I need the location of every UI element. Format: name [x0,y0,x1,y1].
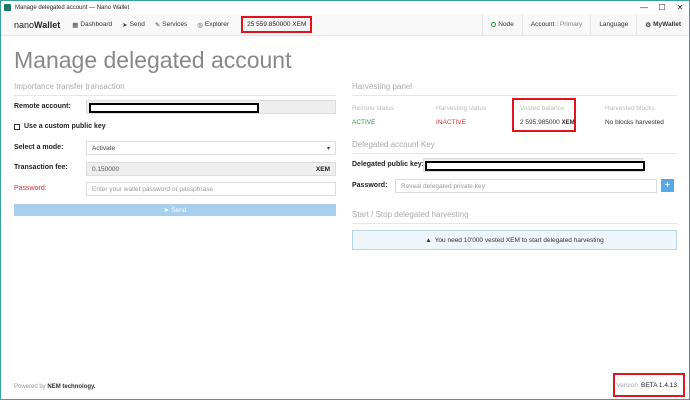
startstop-section-title: Start / Stop delegated harvesting [352,210,469,219]
password-input[interactable]: Enter your wallet password or passphrase [86,182,336,196]
fee-label: Transaction fee: [14,164,68,171]
brand-bold: Wallet [34,19,61,30]
delegated-key-divider [352,153,677,154]
harvested-blocks-heading: Harvested blocks [605,105,655,112]
account-label: Account : [530,21,558,28]
nav-node-label: Node [498,21,514,28]
harvesting-section-title: Harvesting panel [352,82,413,91]
top-navbar: nanoWallet ▦ Dashboard ➤ Send ✎ Services ◎ E… [1,14,689,36]
brand-logo[interactable]: nanoWallet [14,20,60,30]
nav-node[interactable]: Node [482,14,522,35]
send-icon: ➤ [122,21,128,29]
mode-label: Select a mode: [14,144,64,151]
send-button[interactable]: ➤ Send [14,204,336,216]
vested-unit: XEM [561,120,575,126]
delegated-key-section-title: Delegated account Key [352,140,435,149]
window-title: Manage delegated account — Nano Wallet [15,4,130,11]
footer-powered-by: Powered by NEM technology. [14,384,96,390]
fee-field: 0.150000 XEM [86,162,336,176]
redacted-remote-account [89,103,259,113]
vested-requirement-alert: ▲ You need 10'000 vested XEM to start del… [352,230,677,250]
mode-value: Activate [92,144,116,152]
harvesting-status-value: INACTIVE [436,119,466,126]
fee-value: 0.150000 [92,165,120,173]
nav-right: Node Account : Primary Language ⚙ MyWallet [482,14,689,35]
nav-account[interactable]: Account : Primary [521,14,591,35]
maximize-button[interactable]: ☐ [653,1,671,14]
nav-send-label: Send [129,21,145,28]
app-icon [4,4,11,11]
nav-services[interactable]: ✎ Services [155,21,187,29]
wrench-icon: ✎ [154,21,161,29]
remote-status-heading: Remote status [352,105,394,112]
transfer-divider [14,95,336,96]
password-placeholder: Enter your wallet password or passphrase [92,185,214,193]
redacted-public-key [425,161,645,171]
nav-dashboard[interactable]: ▦ Dashboard [72,21,112,29]
reveal-key-placeholder: Reveal delegated private key [401,182,485,190]
powered-brand[interactable]: NEM technology. [47,384,95,390]
mode-select[interactable]: Activate ▾ [86,141,336,155]
harvesting-status-heading: Harvesting status [436,105,487,112]
user-icon: ⚙ [645,21,652,29]
account-value: Primary [559,21,583,28]
node-status-icon [491,22,497,27]
compass-icon: ◎ [197,21,203,29]
minimize-button[interactable]: — [635,1,653,14]
powered-prefix: Powered by [14,384,46,390]
remote-status-value: ACTIVE [352,119,376,126]
harvesting-divider [352,95,677,96]
version-value: BETA 1.4.13 [640,381,677,389]
page-title: Manage delegated account [14,47,292,73]
custom-key-checkbox[interactable] [14,124,20,130]
send-icon: ➤ [163,207,170,214]
vested-balance-value: 2 595.985000 XEM [520,119,575,126]
nav-mywallet[interactable]: ⚙ MyWallet [636,14,689,35]
alert-text: You need 10'000 vested XEM to start dele… [434,236,604,244]
version-label: Version [616,381,638,389]
nav-mywallet-label: MyWallet [653,21,681,28]
startstop-divider [352,223,677,224]
vested-amount: 2 595.985000 [520,119,560,126]
reveal-key-password-input[interactable]: Reveal delegated private key [395,179,657,193]
version-badge: Version BETA 1.4.13 [613,373,685,397]
nav-dashboard-label: Dashboard [80,21,113,28]
dashboard-icon: ▦ [72,21,79,29]
caret-down-icon: ▾ [326,145,330,152]
vested-highlight-box [512,98,576,132]
nav-language-label: Language [599,21,629,28]
delegated-public-key-label: Delegated public key: [352,161,424,168]
nav-services-label: Services [162,21,188,28]
fee-unit: XEM [315,165,330,173]
transfer-section-title: Importance transfer transaction [14,82,125,91]
delegated-password-label: Password: [352,182,388,189]
custom-key-label: Use a custom public key [24,123,106,130]
info-icon: ▲ [425,236,432,244]
nav-language[interactable]: Language [590,14,636,35]
nav-explorer[interactable]: ◎ Explorer [197,21,229,29]
nav-explorer-label: Explorer [204,21,230,28]
close-button[interactable]: ✕ [671,1,689,14]
remote-account-label: Remote account: [14,103,71,110]
balance-display: 25 559.850000 XEM [241,16,313,33]
title-bar: Manage delegated account — Nano Wallet —… [1,1,689,14]
harvested-blocks-value: No blocks harvested [605,119,664,126]
send-button-label: Send [171,206,187,214]
password-label: Password: [14,185,47,192]
nav-send[interactable]: ➤ Send [122,21,145,29]
reveal-key-button[interactable]: + [661,179,674,192]
brand-light: nano [14,19,35,30]
vested-balance-heading: Vested balance [520,105,565,112]
